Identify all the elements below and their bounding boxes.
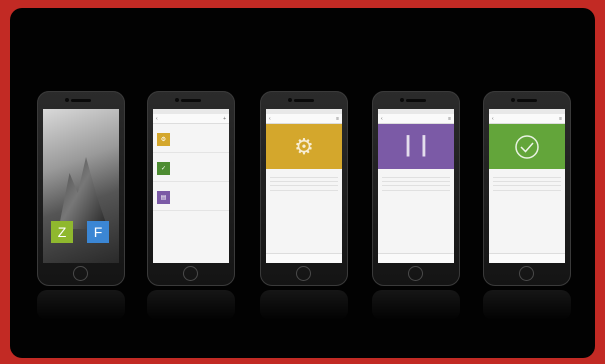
phone-reflection (260, 290, 348, 320)
mountain-image (58, 157, 108, 229)
divider (270, 190, 338, 191)
list-item[interactable]: ▤ (153, 185, 229, 211)
check-circle-icon (489, 124, 565, 169)
presentation-frame: Z F ‹ + ⚙ ✓ ▤ ‹ ≡ ⚙ ‹ ≡ ┃ ┃ ‹ ≡ (10, 8, 595, 358)
back-icon[interactable]: ‹ (492, 116, 494, 122)
home-button[interactable] (519, 266, 534, 281)
list-item[interactable]: ⚙ (153, 127, 229, 153)
bottom-bar (266, 253, 342, 263)
screen-list: ‹ + ⚙ ✓ ▤ (153, 109, 229, 263)
menu-icon[interactable]: ≡ (448, 116, 451, 122)
camera-icon (400, 98, 404, 102)
nav-bar: ‹ ≡ (489, 114, 565, 124)
divider (382, 190, 450, 191)
bottom-bar (489, 253, 565, 263)
phone-reflection (37, 290, 125, 320)
back-icon[interactable]: ‹ (269, 116, 271, 122)
nav-bar: ‹ ≡ (378, 114, 454, 124)
tile-z-label: Z (57, 224, 67, 240)
divider (382, 185, 450, 186)
menu-icon[interactable]: ≡ (559, 116, 562, 122)
screen-detail-yellow: ‹ ≡ ⚙ (266, 109, 342, 263)
divider (493, 181, 561, 182)
gear-icon: ⚙ (157, 133, 170, 146)
divider (270, 181, 338, 182)
divider (270, 177, 338, 178)
home-button[interactable] (73, 266, 88, 281)
add-icon[interactable]: + (223, 116, 226, 122)
gears-icon: ⚙ (266, 124, 342, 169)
home-button[interactable] (183, 266, 198, 281)
divider (270, 185, 338, 186)
check-icon: ✓ (157, 162, 170, 175)
speaker-grill (406, 99, 426, 102)
tile-f-label: F (93, 224, 103, 240)
phone-reflection (147, 290, 235, 320)
app-tile-z[interactable]: Z (51, 221, 73, 243)
nav-bar: ‹ ≡ (266, 114, 342, 124)
camera-icon (175, 98, 179, 102)
detail-fields (378, 169, 454, 198)
home-button[interactable] (296, 266, 311, 281)
divider (493, 190, 561, 191)
speaker-grill (517, 99, 537, 102)
speaker-grill (71, 99, 91, 102)
list-item[interactable]: ✓ (153, 156, 229, 182)
detail-fields (489, 169, 565, 198)
back-icon[interactable]: ‹ (156, 116, 158, 122)
phone-detail-green: ‹ ≡ (483, 91, 571, 286)
divider (493, 185, 561, 186)
phone-detail-yellow: ‹ ≡ ⚙ (260, 91, 348, 286)
screen-home: Z F (43, 109, 119, 263)
list-item-text (174, 133, 175, 141)
list-item-text (174, 162, 175, 170)
check-circle-svg (515, 134, 539, 159)
divider (382, 177, 450, 178)
speaker-grill (181, 99, 201, 102)
bottom-bar (378, 253, 454, 263)
divider (382, 181, 450, 182)
app-tile-f[interactable]: F (87, 221, 109, 243)
menu-icon[interactable]: ≡ (336, 116, 339, 122)
phone-list: ‹ + ⚙ ✓ ▤ (147, 91, 235, 286)
camera-icon (65, 98, 69, 102)
camera-icon (288, 98, 292, 102)
detail-fields (266, 169, 342, 198)
nav-bar: ‹ + (153, 114, 229, 124)
phone-reflection (372, 290, 460, 320)
screen-detail-purple: ‹ ≡ ┃ ┃ (378, 109, 454, 263)
phone-reflection (483, 290, 571, 320)
speaker-grill (294, 99, 314, 102)
list-item-text (174, 191, 175, 199)
phone-home: Z F (37, 91, 125, 286)
home-button[interactable] (408, 266, 423, 281)
camera-icon (511, 98, 515, 102)
file-icon: ▤ (157, 191, 170, 204)
divider (493, 177, 561, 178)
screen-detail-green: ‹ ≡ (489, 109, 565, 263)
phone-detail-purple: ‹ ≡ ┃ ┃ (372, 91, 460, 286)
lines-icon: ┃ ┃ (378, 124, 454, 169)
back-icon[interactable]: ‹ (381, 116, 383, 122)
